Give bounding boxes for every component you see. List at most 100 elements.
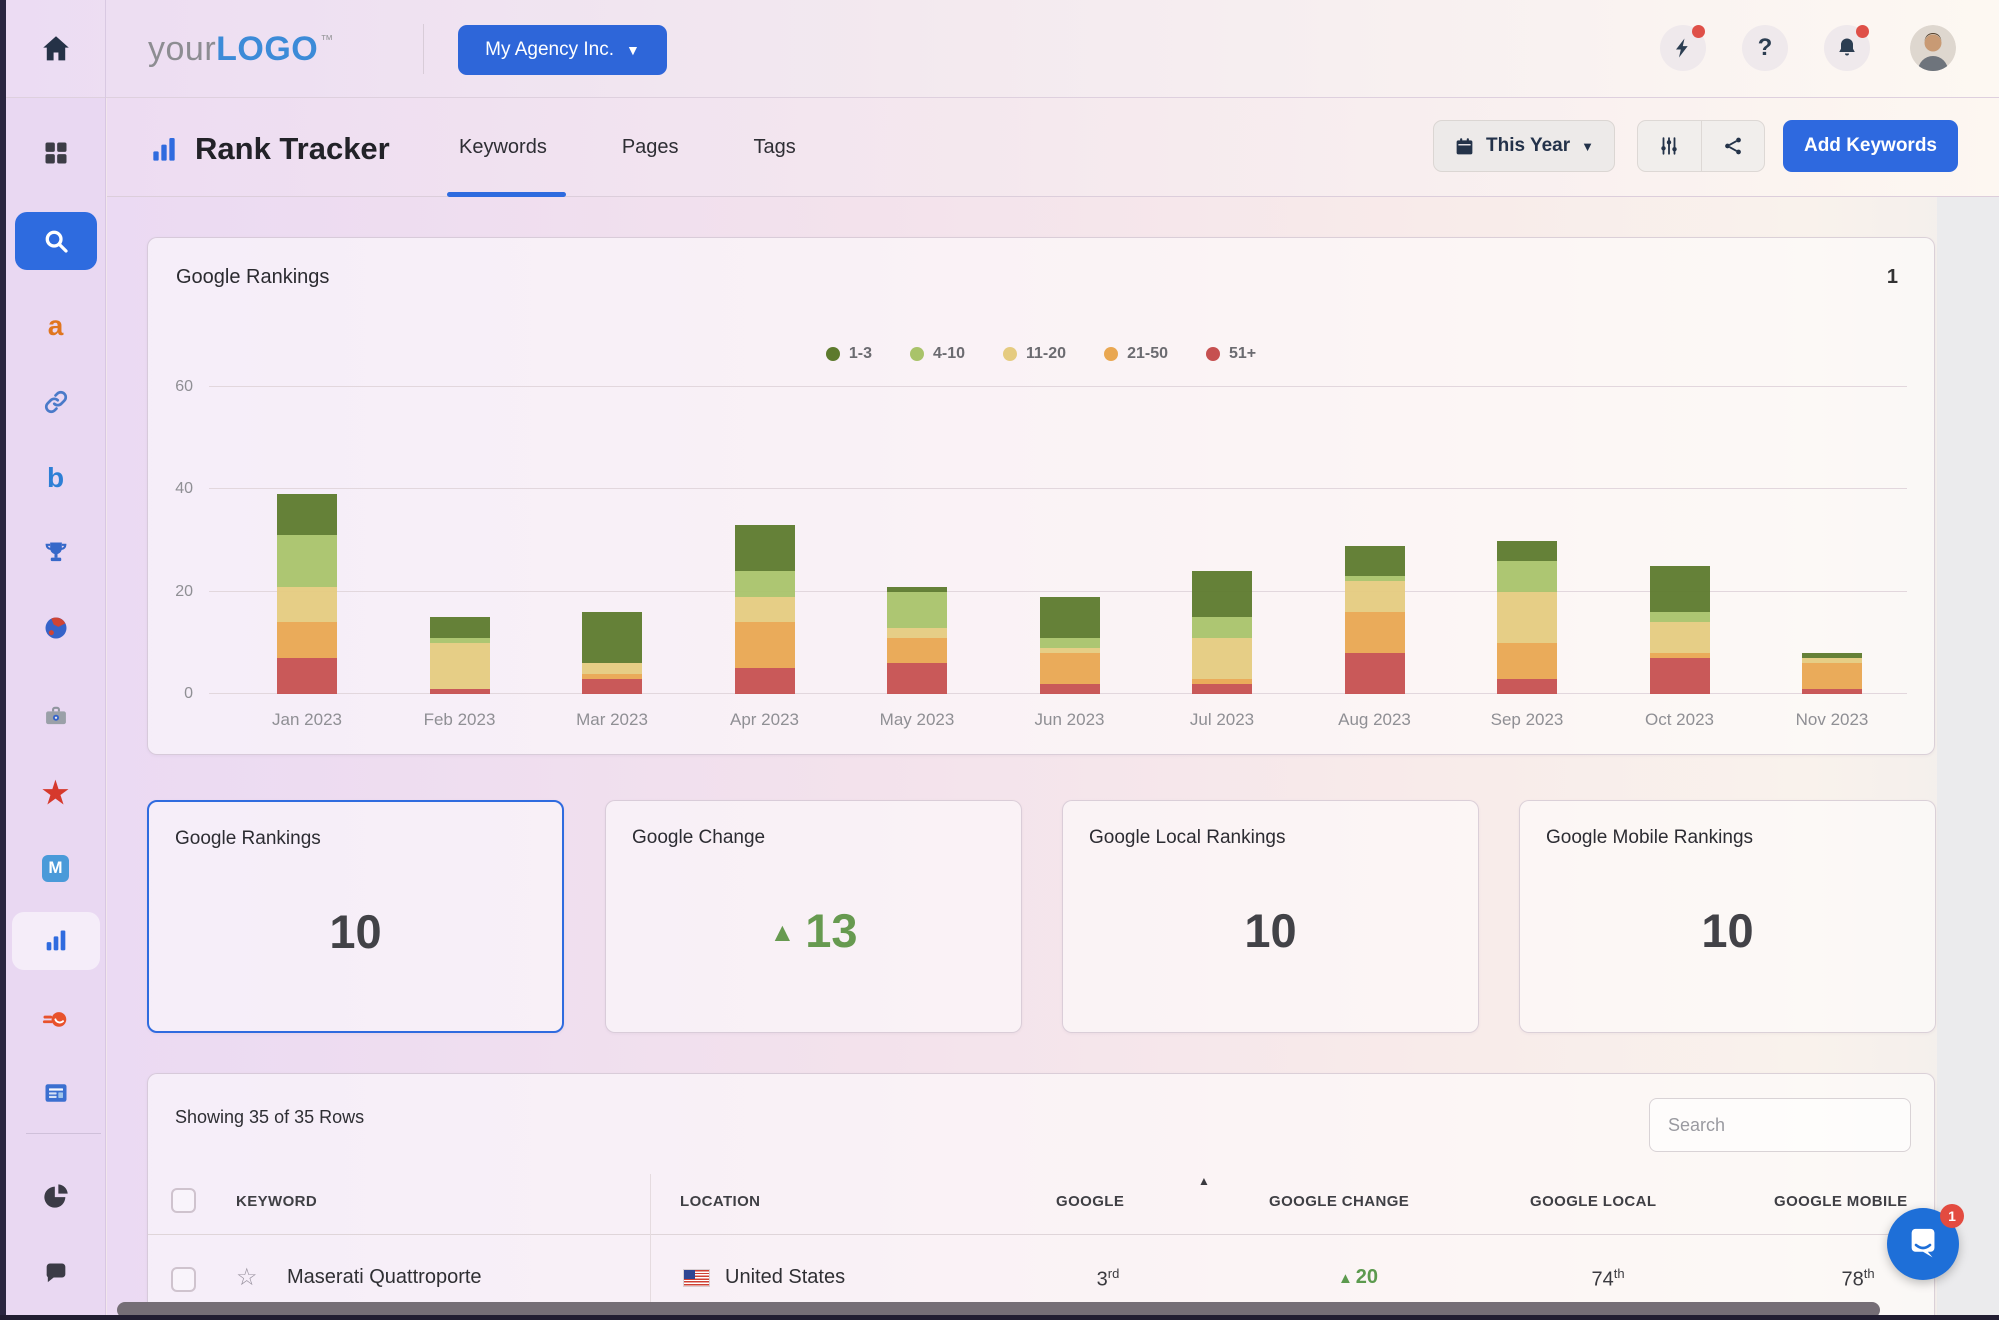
search-input[interactable] bbox=[1649, 1098, 1911, 1152]
sidebar-item-dashboard[interactable] bbox=[34, 131, 78, 175]
column-header-google-local[interactable]: GOOGLE LOCAL bbox=[1530, 1193, 1656, 1210]
stat-card-google-change[interactable]: Google Change ▲ 13 bbox=[605, 800, 1022, 1033]
filter-settings-button[interactable] bbox=[1638, 121, 1701, 171]
sidebar-item-web[interactable] bbox=[34, 606, 78, 650]
legend-dot bbox=[1104, 347, 1119, 361]
bar-jun-2023[interactable]: Jun 2023 bbox=[1035, 387, 1104, 729]
share-icon bbox=[1724, 137, 1741, 155]
page-header: Rank Tracker Keywords Pages Tags This Year… bbox=[107, 98, 1999, 197]
add-keywords-button[interactable]: Add Keywords bbox=[1783, 120, 1958, 172]
select-all-checkbox[interactable] bbox=[171, 1188, 196, 1213]
column-header-keyword[interactable]: KEYWORD bbox=[236, 1193, 317, 1210]
column-header-google-mobile[interactable]: GOOGLE MOBILE bbox=[1774, 1193, 1908, 1210]
date-range-dropdown[interactable]: This Year ▼ bbox=[1433, 120, 1615, 172]
bar-stack bbox=[734, 525, 795, 694]
column-header-google-change[interactable]: GOOGLE CHANGE bbox=[1269, 1193, 1409, 1210]
tab-pages[interactable]: Pages bbox=[618, 136, 683, 159]
bar-may-2023[interactable]: May 2023 bbox=[880, 387, 954, 729]
sidebar-item-toolbox[interactable] bbox=[34, 694, 78, 738]
sidebar-item-bing[interactable]: b bbox=[34, 456, 78, 500]
sidebar-item-messages[interactable] bbox=[34, 1252, 78, 1296]
bar-feb-2023[interactable]: Feb 2023 bbox=[424, 387, 495, 729]
bar-segment-1-3 bbox=[887, 586, 947, 592]
bar-stack bbox=[429, 617, 490, 694]
agency-dropdown[interactable]: My Agency Inc. ▼ bbox=[458, 25, 667, 75]
sidebar-item-reports[interactable] bbox=[34, 1071, 78, 1115]
bar-segment-51+ bbox=[1344, 653, 1405, 694]
bar-segment-11-20 bbox=[1497, 591, 1557, 643]
chat-widget-button[interactable]: 1 bbox=[1887, 1204, 1964, 1280]
bar-segment-4-10 bbox=[1649, 612, 1710, 623]
stat-card-google-rankings[interactable]: Google Rankings 10 bbox=[147, 800, 564, 1033]
bar-segment-4-10 bbox=[277, 535, 337, 587]
notifications-button[interactable] bbox=[1824, 25, 1870, 71]
bar-segment-1-3 bbox=[582, 612, 642, 664]
legend-item-51+[interactable]: 51+ bbox=[1205, 345, 1256, 363]
y-axis-tick: 40 bbox=[175, 480, 193, 498]
date-range-label: This Year bbox=[1485, 135, 1571, 156]
column-header-google[interactable]: GOOGLE bbox=[1056, 1193, 1124, 1210]
bar-oct-2023[interactable]: Oct 2023 bbox=[1645, 387, 1714, 729]
sidebar-item-competitors[interactable] bbox=[34, 531, 78, 575]
sidebar-item-mail-tool[interactable]: M bbox=[34, 846, 78, 890]
column-header-location[interactable]: LOCATION bbox=[680, 1193, 760, 1210]
quick-actions-button[interactable] bbox=[1660, 25, 1706, 71]
x-axis-label: Mar 2023 bbox=[576, 710, 648, 729]
scroll-gutter bbox=[1937, 197, 1999, 1315]
sidebar-item-letter-a-tool[interactable]: a bbox=[34, 304, 78, 348]
x-axis-label: Feb 2023 bbox=[423, 710, 496, 729]
x-axis-label: Nov 2023 bbox=[1795, 710, 1869, 729]
bar-segment-1-3 bbox=[1649, 566, 1710, 613]
stat-card-value: 10 bbox=[329, 905, 382, 958]
row-checkbox[interactable] bbox=[171, 1267, 196, 1292]
tab-keywords[interactable]: Keywords bbox=[455, 136, 551, 159]
user-avatar[interactable] bbox=[1910, 25, 1956, 71]
legend-dot bbox=[1205, 347, 1220, 361]
bar-segment-4-10 bbox=[1344, 576, 1405, 582]
x-axis-label: Jan 2023 bbox=[272, 710, 342, 729]
bar-segment-21-50 bbox=[887, 637, 947, 664]
header-divider bbox=[423, 24, 424, 74]
bar-segment-11-20 bbox=[887, 627, 947, 638]
legend-item-4-10[interactable]: 4-10 bbox=[909, 345, 965, 363]
chevron-down-icon: ▼ bbox=[1581, 138, 1595, 154]
bar-segment-11-20 bbox=[734, 596, 795, 623]
home-button[interactable] bbox=[6, 0, 106, 98]
us-flag-icon bbox=[683, 1269, 710, 1287]
bar-segment-21-50 bbox=[734, 622, 795, 669]
calendar-icon bbox=[1456, 137, 1473, 154]
bar-jul-2023[interactable]: Jul 2023 bbox=[1190, 387, 1254, 729]
bar-segment-1-3 bbox=[1344, 545, 1405, 577]
bar-segment-21-50 bbox=[277, 622, 337, 659]
sort-asc-icon[interactable]: ▲ bbox=[1198, 1174, 1210, 1188]
bar-jan-2023[interactable]: Jan 2023 bbox=[272, 387, 342, 729]
x-axis-label: Sep 2023 bbox=[1490, 710, 1564, 729]
sidebar-item-analytics[interactable] bbox=[34, 1174, 78, 1218]
bar-segment-11-20 bbox=[277, 586, 337, 623]
legend-item-1-3[interactable]: 1-3 bbox=[825, 345, 872, 363]
chat-unread-badge: 1 bbox=[1940, 1204, 1964, 1228]
sidebar-item-semrush-tool[interactable] bbox=[34, 998, 78, 1042]
legend-item-11-20[interactable]: 11-20 bbox=[1003, 345, 1066, 363]
stat-card-google-mobile-rankings[interactable]: Google Mobile Rankings 10 bbox=[1519, 800, 1936, 1033]
share-button[interactable] bbox=[1700, 121, 1765, 171]
stat-card-title: Google Change bbox=[632, 827, 766, 848]
sidebar-item-backlinks[interactable] bbox=[34, 380, 78, 424]
sidebar-item-reviews[interactable]: ★ bbox=[34, 772, 78, 816]
page-title: Rank Tracker bbox=[195, 131, 390, 166]
bar-segment-1-3 bbox=[734, 525, 795, 572]
sidebar-item-rank-tracker[interactable] bbox=[11, 912, 100, 970]
bar-mar-2023[interactable]: Mar 2023 bbox=[576, 387, 648, 729]
bar-stack bbox=[1192, 571, 1252, 694]
sidebar-item-search[interactable] bbox=[14, 212, 97, 270]
logo-prefix: your bbox=[148, 29, 217, 68]
legend-item-21-50[interactable]: 21-50 bbox=[1104, 345, 1168, 363]
favorite-star-icon[interactable]: ☆ bbox=[236, 1263, 258, 1292]
stat-card-google-local-rankings[interactable]: Google Local Rankings 10 bbox=[1062, 800, 1479, 1033]
tab-tags[interactable]: Tags bbox=[750, 136, 800, 159]
bar-apr-2023[interactable]: Apr 2023 bbox=[730, 387, 799, 729]
bar-aug-2023[interactable]: Aug 2023 bbox=[1338, 387, 1411, 729]
bar-sep-2023[interactable]: Sep 2023 bbox=[1491, 387, 1563, 729]
bar-nov-2023[interactable]: Nov 2023 bbox=[1796, 387, 1868, 729]
help-button[interactable]: ? bbox=[1742, 25, 1788, 71]
